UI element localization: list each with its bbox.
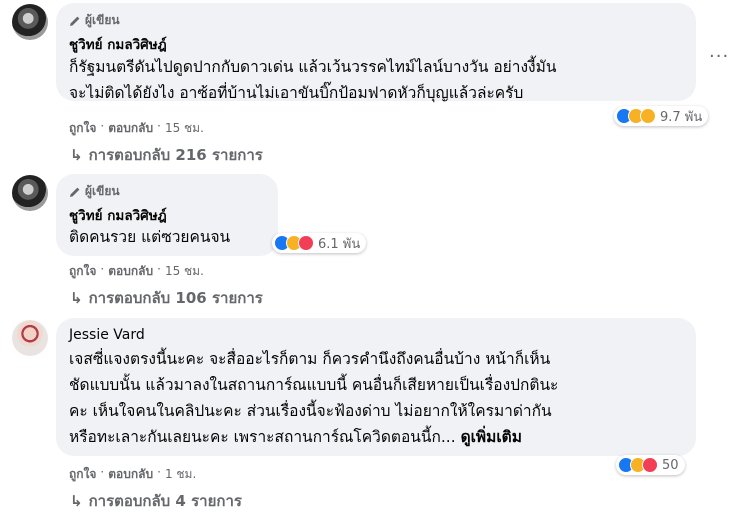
more-options-icon[interactable]: ··· [709,46,729,67]
comment-line: ชัดแบบนั้น แล้วมาลงในสถานการ์ณแบบนี้ คนอ… [69,376,559,394]
timestamp[interactable]: 15 ชม. [165,262,204,281]
comment-line-last: หรือทะเลาะกันเลยนะคะ เพราะสถานการ์ณโควิด… [69,424,558,450]
view-replies-link[interactable]: ↳ การตอบกลับ 4 รายการ [70,489,242,513]
like-button[interactable]: ถูกใจ [69,262,96,281]
love-reaction-icon [298,235,314,251]
timestamp[interactable]: 15 ชม. [165,119,204,138]
comment-actions: ถูกใจ · ตอบกลับ · 15 ชม. [69,119,204,138]
author-badge: ผู้เขียน [69,11,120,30]
comment-actions: ถูกใจ · ตอบกลับ · 15 ชม. [69,262,204,281]
like-button[interactable]: ถูกใจ [69,119,96,138]
avatar[interactable] [12,4,48,40]
comment-line: คะ เห็นใจคนในคลิปนะคะ ส่วนเรื่องนี้จะฟ้อ… [69,402,552,420]
comment-line: ก็รัฐมนตรีดันไปดูดปากกับดาวเด่น แล้วเว้น… [69,58,557,76]
comment-text: ก็รัฐมนตรีดันไปดูดปากกับดาวเด่น แล้วเว้น… [69,54,556,106]
reaction-count: 50 [662,457,679,473]
comment-line: จะไม่ติดได้ยังไง อาซ้อที่บ้านไม่เอาขันบิ… [69,84,524,102]
comment-text: เจสซี่แจงตรงนี้นะคะ จะสื่ออะไรก็ตาม ก็คว… [69,346,558,450]
reaction-count: 6.1 พัน [318,236,361,252]
replies-count: การตอบกลับ 106 รายการ [88,289,263,307]
reply-arrow-icon: ↳ [70,146,83,164]
author-badge: ผู้เขียน [69,182,120,201]
reply-arrow-icon: ↳ [70,492,83,510]
reaction-summary[interactable]: 50 [616,455,685,475]
comment-text: ติดคนรวย แต่ซวยคนจน [69,224,230,250]
author-badge-label: ผู้เขียน [85,13,120,27]
commenter-name[interactable]: Jessie Vard [69,327,145,343]
like-button[interactable]: ถูกใจ [69,465,96,484]
reply-button[interactable]: ตอบกลับ [108,465,153,484]
pencil-icon [69,15,81,27]
separator: · [157,262,161,276]
reaction-count: 9.7 พัน [660,109,703,125]
timestamp[interactable]: 1 ชม. [165,465,196,484]
view-replies-link[interactable]: ↳ การตอบกลับ 106 รายการ [70,286,263,310]
separator: · [157,119,161,133]
author-badge-label: ผู้เขียน [85,184,120,198]
reaction-summary[interactable]: 6.1 พัน [272,233,367,253]
replies-count: การตอบกลับ 216 รายการ [88,146,263,164]
separator: · [100,119,105,133]
reply-arrow-icon: ↳ [70,289,83,307]
avatar[interactable] [12,320,48,356]
pencil-icon [69,186,81,198]
love-reaction-icon [642,457,658,473]
comment-actions: ถูกใจ · ตอบกลับ · 1 ชม. [69,465,196,484]
separator: · [157,465,161,479]
see-more-link[interactable]: ดูเพิ่มเติม [461,428,522,446]
reaction-summary[interactable]: 9.7 พัน [614,106,709,126]
replies-count: การตอบกลับ 4 รายการ [88,492,242,510]
commenter-name[interactable]: ชูวิทย์ กมลวิศิษฎ์ [69,33,167,55]
separator: · [100,465,105,479]
wow-reaction-icon [640,108,656,124]
comment-line: ติดคนรวย แต่ซวยคนจน [69,228,231,246]
comment-line: หรือทะเลาะกันเลยนะคะ เพราะสถานการ์ณโควิด… [69,428,456,446]
reply-button[interactable]: ตอบกลับ [108,119,153,138]
comment-line: เจสซี่แจงตรงนี้นะคะ จะสื่ออะไรก็ตาม ก็คว… [69,350,551,368]
reply-button[interactable]: ตอบกลับ [108,262,153,281]
view-replies-link[interactable]: ↳ การตอบกลับ 216 รายการ [70,143,263,167]
separator: · [100,262,105,276]
avatar[interactable] [12,175,48,211]
commenter-name[interactable]: ชูวิทย์ กมลวิศิษฎ์ [69,204,167,226]
